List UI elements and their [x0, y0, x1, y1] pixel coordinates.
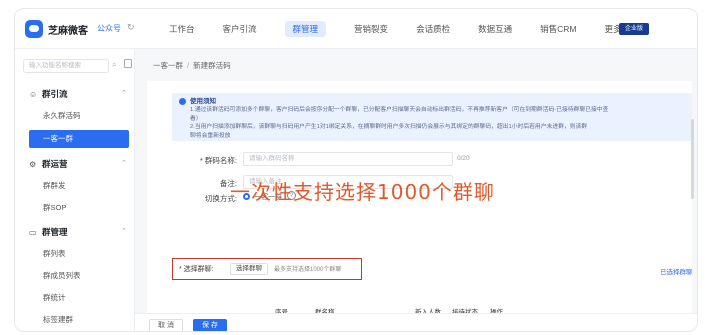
sidebar-item-member-list[interactable]: 群成员列表	[15, 267, 135, 285]
gear-icon: ⚙	[29, 160, 37, 169]
calendar-icon[interactable]	[124, 59, 132, 68]
notice-line: 聊将会重新投放	[190, 132, 231, 139]
sidebar-item-group-list[interactable]: 群列表	[15, 245, 135, 263]
nav-data-sync[interactable]: 数据互通	[464, 9, 526, 49]
notice-line: 1.通过该群活码可添加多个群聊，客户扫码后会按序分配一个群聊，已分配客户扫描聊天…	[190, 107, 609, 113]
breadcrumb: 一客一群 / 新建群活码	[153, 61, 231, 70]
notice-line: 看）	[190, 115, 202, 122]
select-limit-hint: 最多支持选择1000个群聊	[274, 267, 342, 273]
breadcrumb-parent[interactable]: 一客一群	[153, 61, 183, 70]
nav-workbench[interactable]: 工作台	[155, 9, 209, 49]
app-window: 芝麻微客 公众号 ↻ 工作台 客户引流 群管理 营销裂变 会话质检 数据互通 销…	[14, 8, 698, 332]
scrollbar[interactable]	[691, 119, 694, 199]
feature-caption: 一次性支持选择1000个群聊	[230, 180, 495, 204]
nav-group-management[interactable]: 群管理	[271, 9, 341, 49]
brand-name: 芝麻微客	[48, 26, 88, 37]
name-label: * 群码名称:	[199, 156, 237, 165]
app-logo-icon	[25, 20, 43, 38]
sidebar-item-group-stats[interactable]: 群统计	[15, 289, 135, 307]
nav-marketing[interactable]: 营销裂变	[340, 9, 402, 49]
nav-customer-acquisition[interactable]: 客户引流	[209, 9, 271, 49]
account-switch[interactable]: 公众号	[97, 23, 121, 34]
sidebar-search-input[interactable]: 输入功能名称搜索	[23, 59, 109, 73]
cancel-button[interactable]: 取 消	[149, 319, 183, 331]
info-icon	[179, 98, 186, 105]
form-footer: 取 消 保 存	[135, 313, 697, 331]
chat-icon: ▭	[29, 228, 37, 237]
nav-sales-crm[interactable]: 销售CRM	[526, 9, 590, 49]
sidebar-item-tag-group[interactable]: 标签建群	[15, 311, 135, 329]
select-group-button[interactable]: 选择群聊	[230, 263, 268, 275]
group-code-name-input[interactable]: 请输入群码名称	[243, 152, 453, 166]
sidebar-group-management[interactable]: ▭ 群管理 ⌃	[15, 223, 135, 241]
chevron-up-icon: ⌃	[121, 90, 127, 97]
search-icon[interactable]: ⌕	[112, 60, 116, 70]
usage-notice: 使用须知 1.通过该群活码可添加多个群聊，客户扫码后会按序分配一个群聊，已分配客…	[172, 93, 692, 141]
name-char-count: 0/20	[457, 155, 470, 162]
sidebar-group-traffic[interactable]: ☺ 群引流 ⌃	[15, 85, 135, 103]
sidebar-item-group-broadcast[interactable]: 群群发	[15, 177, 135, 195]
notice-title: 使用须知	[190, 98, 216, 105]
people-icon: ☺	[29, 90, 38, 99]
refresh-icon[interactable]: ↻	[127, 22, 135, 33]
nav-session-qc[interactable]: 会话质检	[402, 9, 464, 49]
sidebar-item-group-sop[interactable]: 群SOP	[15, 199, 135, 217]
sidebar: 输入功能名称搜索 ⌕ ☺ 群引流 ⌃ 永久群活码 一客一群 ⚙ 群运营 ⌃ 群群发 …	[15, 49, 135, 331]
sidebar-item-one-customer-one-group[interactable]: 一客一群	[29, 130, 129, 148]
top-nav: 工作台 客户引流 群管理 营销裂变 会话质检 数据互通 销售CRM 更多 ⌄	[155, 9, 645, 49]
edition-badge: 企业版	[619, 23, 649, 35]
select-group-label: * 选择群聊:	[179, 266, 214, 273]
sidebar-item-permanent-qr[interactable]: 永久群活码	[15, 107, 135, 125]
selected-groups-link[interactable]: 已选择群聊	[660, 266, 693, 276]
chevron-up-icon: ⌃	[121, 160, 127, 167]
save-button[interactable]: 保 存	[193, 319, 227, 331]
notice-line: 2.当用户扫描添加群聊后，该群聊与扫码用户产生1对1绑定关系，在摘聊群时用户多次…	[190, 124, 588, 130]
top-bar: 芝麻微客 公众号 ↻ 工作台 客户引流 群管理 营销裂变 会话质检 数据互通 销…	[15, 9, 697, 49]
breadcrumb-current: 新建群活码	[193, 61, 231, 70]
sidebar-group-operation[interactable]: ⚙ 群运营 ⌃	[15, 155, 135, 173]
chevron-up-icon: ⌃	[121, 228, 127, 235]
